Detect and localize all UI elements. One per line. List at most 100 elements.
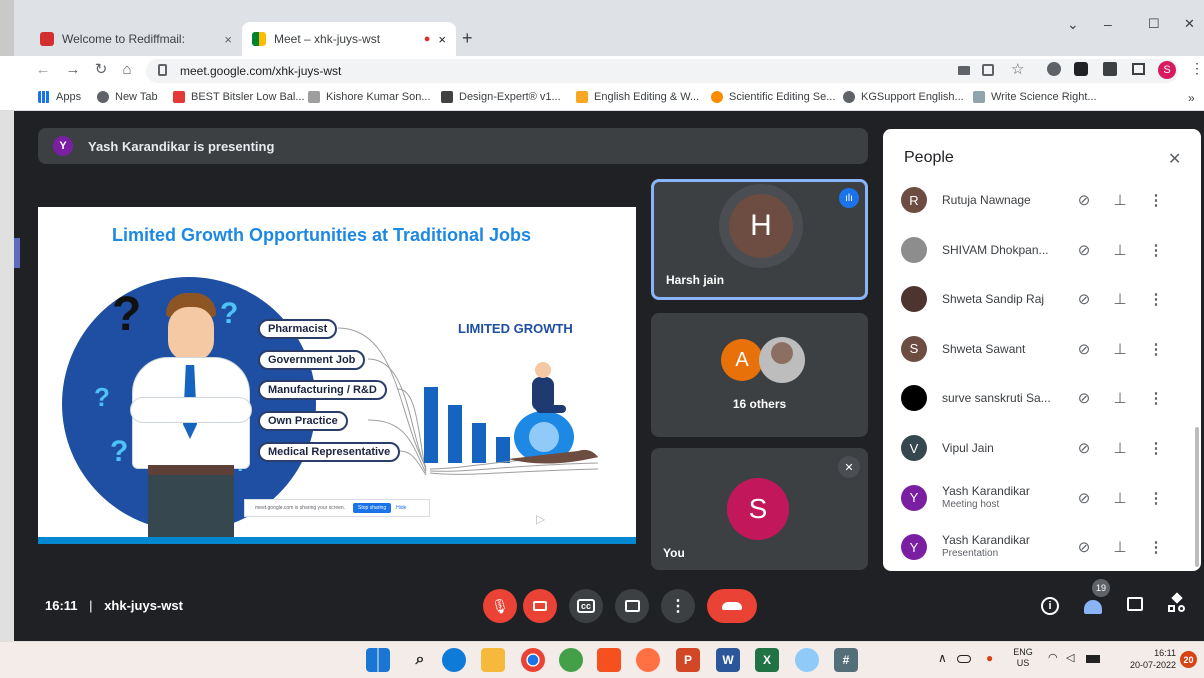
present-button[interactable] xyxy=(615,589,649,623)
powerpoint-icon[interactable]: P xyxy=(676,648,700,672)
captions-button[interactable]: cc xyxy=(569,589,603,623)
more-vert-icon[interactable]: ⋮ xyxy=(1146,339,1166,359)
bookmark-design-expert[interactable]: Design-Expert® v1... xyxy=(441,91,561,103)
back-button[interactable]: ← xyxy=(32,59,54,81)
tab-meet[interactable]: Meet – xhk-juys-wst ● × xyxy=(242,22,456,56)
participant-row[interactable]: V Vipul Jain ⊘ ⊥ ⋮ xyxy=(883,423,1201,473)
people-button[interactable]: 19 xyxy=(1082,579,1110,616)
search-icon[interactable]: ⌕ xyxy=(408,648,432,672)
bookmark-kishore[interactable]: Kishore Kumar Son... xyxy=(308,91,431,103)
chrome-icon[interactable] xyxy=(521,648,545,672)
maximize-button[interactable]: ☐ xyxy=(1148,16,1160,32)
close-window-button[interactable]: ✕ xyxy=(1184,16,1195,32)
word-icon[interactable]: W xyxy=(716,648,740,672)
pin-icon[interactable]: ⊥ xyxy=(1110,388,1130,408)
bookmark-new-tab[interactable]: New Tab xyxy=(97,91,158,103)
participant-row[interactable]: S Shweta Sawant ⊘ ⊥ ⋮ xyxy=(883,324,1201,374)
muted-mic-icon[interactable]: ⊘ xyxy=(1074,488,1094,508)
wifi-icon[interactable]: ◠ xyxy=(1048,651,1058,664)
muted-mic-icon[interactable]: ⊘ xyxy=(1074,388,1094,408)
more-options-button[interactable]: ⋮ xyxy=(661,589,695,623)
side-panel-icon[interactable] xyxy=(1132,63,1145,75)
pin-icon[interactable]: ⊥ xyxy=(1110,537,1130,557)
participant-row[interactable]: surve sanskruti Sa... ⊘ ⊥ ⋮ xyxy=(883,373,1201,423)
more-vert-icon[interactable]: ⋮ xyxy=(1146,488,1166,508)
more-vert-icon[interactable]: ⋮ xyxy=(1146,190,1166,210)
extensions-puzzle-icon[interactable] xyxy=(1103,62,1117,76)
activities-button[interactable] xyxy=(1168,592,1186,614)
brave-icon[interactable] xyxy=(597,648,621,672)
app-icon[interactable] xyxy=(795,648,819,672)
tab-search-chevron-icon[interactable]: ⌄ xyxy=(1067,16,1079,33)
bookmark-star-icon[interactable]: ☆ xyxy=(1011,60,1024,78)
chat-button[interactable] xyxy=(1127,597,1143,611)
battery-icon[interactable] xyxy=(1086,655,1100,663)
muted-mic-icon[interactable]: ⊘ xyxy=(1074,240,1094,260)
stop-sharing-button[interactable]: Stop sharing xyxy=(353,503,392,513)
bookmark-kgsupport[interactable]: KGSupport English... xyxy=(843,91,964,103)
others-tile[interactable]: A 16 others xyxy=(651,313,868,437)
pin-icon[interactable]: ⊥ xyxy=(1110,339,1130,359)
muted-mic-icon[interactable]: ⊘ xyxy=(1074,190,1094,210)
bookmark-english-editing[interactable]: English Editing & W... xyxy=(576,91,699,103)
pin-icon[interactable]: ⊥ xyxy=(1110,190,1130,210)
volume-icon[interactable]: ◁ xyxy=(1066,651,1074,664)
more-vert-icon[interactable]: ⋮ xyxy=(1146,240,1166,260)
leave-call-button[interactable] xyxy=(707,589,757,623)
bookmark-apps[interactable]: Apps xyxy=(38,91,81,103)
pin-icon[interactable]: ⊥ xyxy=(1110,488,1130,508)
muted-mic-icon[interactable]: ⊘ xyxy=(1074,537,1094,557)
tab-close-button[interactable]: × xyxy=(224,32,232,47)
pin-icon[interactable]: ⊥ xyxy=(1110,438,1130,458)
reload-button[interactable]: ↻ xyxy=(90,59,112,81)
notification-badge[interactable]: 20 xyxy=(1180,651,1197,668)
firefox-icon[interactable] xyxy=(636,648,660,672)
mic-tray-icon[interactable]: ● xyxy=(986,651,993,665)
camera-toggle-button[interactable] xyxy=(523,589,557,623)
file-explorer-icon[interactable] xyxy=(481,648,505,672)
camera-in-use-icon[interactable] xyxy=(958,66,970,75)
hide-button[interactable]: Hide xyxy=(396,505,406,511)
self-tile[interactable]: S ✕ You xyxy=(651,448,868,570)
more-vert-icon[interactable]: ⋮ xyxy=(1146,388,1166,408)
extension-icon[interactable] xyxy=(1074,62,1088,76)
profile-avatar[interactable]: S xyxy=(1158,61,1176,79)
more-vert-icon[interactable]: ⋮ xyxy=(1146,438,1166,458)
tray-chevron-icon[interactable]: ∧ xyxy=(938,651,947,665)
muted-mic-icon[interactable]: ⊘ xyxy=(1074,289,1094,309)
meeting-details-button[interactable]: i xyxy=(1041,597,1059,615)
bookmark-scientific-editing[interactable]: Scientific Editing Se... xyxy=(711,91,835,103)
language-indicator[interactable]: ENG US xyxy=(1012,647,1034,669)
forward-button[interactable]: → xyxy=(62,59,84,81)
pin-icon[interactable]: ⊥ xyxy=(1110,289,1130,309)
more-vert-icon[interactable]: ⋮ xyxy=(1146,289,1166,309)
tab-close-button[interactable]: × xyxy=(438,32,446,47)
participant-row[interactable]: Shweta Sandip Raj ⊘ ⊥ ⋮ xyxy=(883,274,1201,324)
new-tab-button[interactable]: + xyxy=(462,28,473,49)
edge-icon[interactable] xyxy=(442,648,466,672)
share-icon[interactable] xyxy=(982,64,994,76)
clock[interactable]: 16:11 20-07-2022 xyxy=(1118,647,1176,671)
mic-toggle-button[interactable]: 🎙 xyxy=(483,589,517,623)
browser-menu-icon[interactable]: ⋮ xyxy=(1190,60,1204,77)
bookmark-bitsler[interactable]: BEST Bitsler Low Bal... xyxy=(173,91,305,103)
muted-mic-icon[interactable]: ⊘ xyxy=(1074,339,1094,359)
minimize-button[interactable]: – xyxy=(1104,16,1112,32)
pin-icon[interactable]: ⊥ xyxy=(1110,240,1130,260)
close-panel-button[interactable]: ✕ xyxy=(1168,149,1181,169)
home-button[interactable]: ⌂ xyxy=(116,59,138,81)
extension-icon[interactable] xyxy=(1047,62,1061,76)
more-vert-icon[interactable]: ⋮ xyxy=(1146,537,1166,557)
bookmark-write-science[interactable]: Write Science Right... xyxy=(973,91,1097,103)
onedrive-icon[interactable] xyxy=(957,655,971,663)
participant-row[interactable]: SHIVAM Dhokpan... ⊘ ⊥ ⋮ xyxy=(883,225,1201,275)
calculator-icon[interactable]: # xyxy=(834,648,858,672)
participant-row[interactable]: Y Yash Karandikar Presentation ⊘ ⊥ ⋮ xyxy=(883,522,1201,571)
bookmarks-overflow-button[interactable]: » xyxy=(1188,91,1195,105)
excel-icon[interactable]: X xyxy=(755,648,779,672)
participant-row[interactable]: R Rutuja Nawnage ⊘ ⊥ ⋮ xyxy=(883,175,1201,225)
participant-row[interactable]: Y Yash Karandikar Meeting host ⊘ ⊥ ⋮ xyxy=(883,473,1201,523)
muted-mic-icon[interactable]: ⊘ xyxy=(1074,438,1094,458)
participant-tile-harsh[interactable]: H ılı Harsh jain xyxy=(651,179,868,300)
app-icon[interactable] xyxy=(559,648,583,672)
